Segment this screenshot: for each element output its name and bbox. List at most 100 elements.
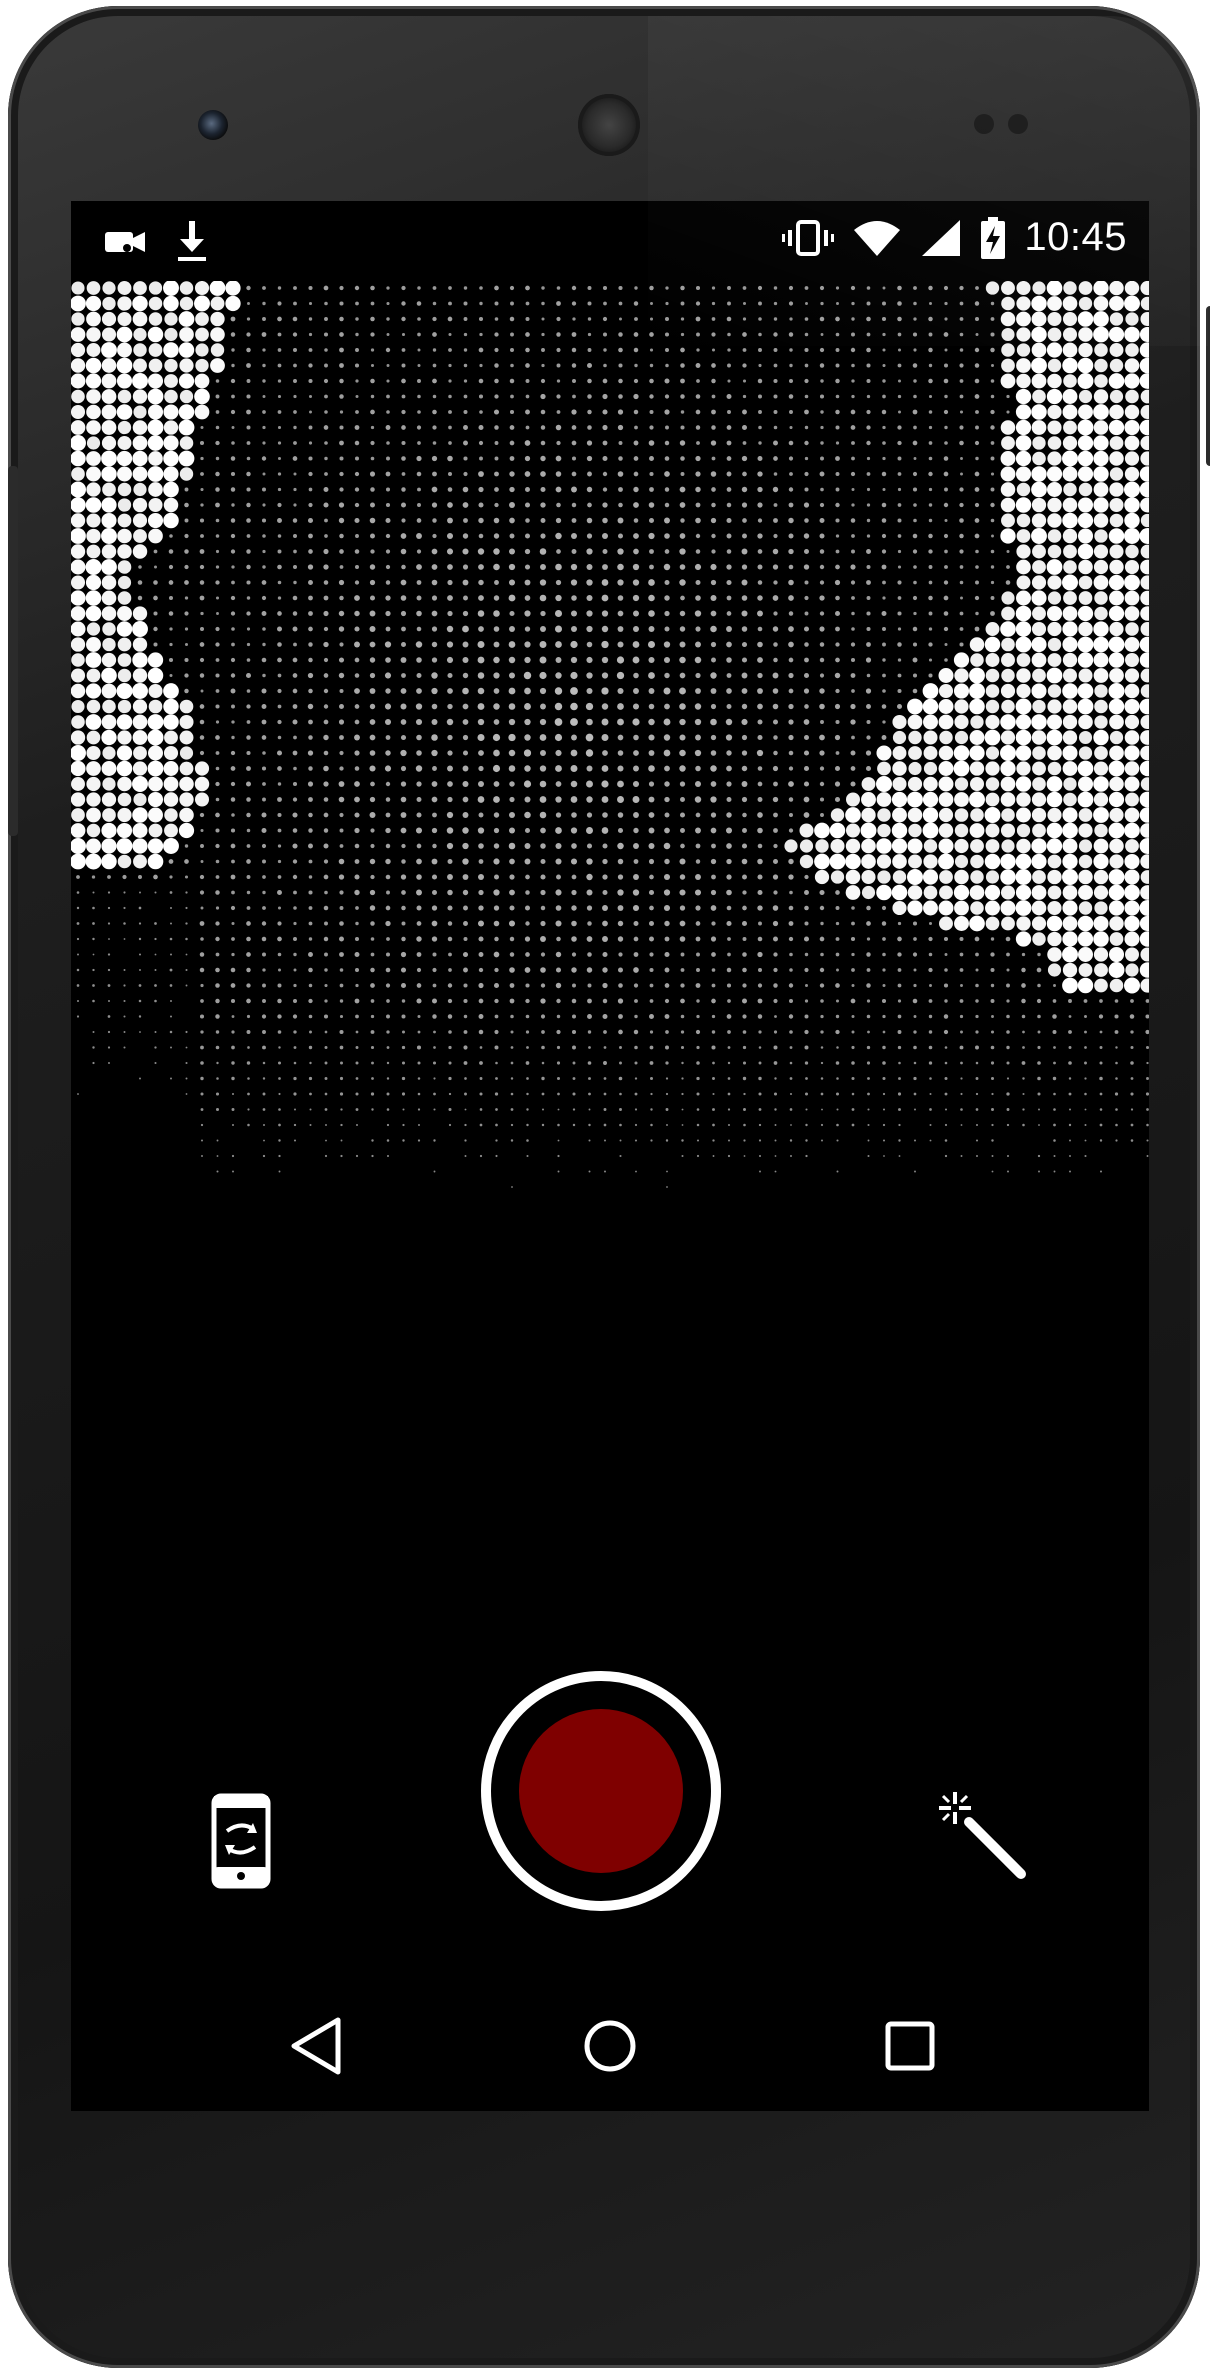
halftone-dot [829,822,846,839]
back-button[interactable] [271,2001,361,2091]
halftone-dot [447,564,453,570]
halftone-dot [1006,1045,1010,1050]
halftone-dot [102,808,116,822]
halftone-dot [586,780,593,788]
halftone-dot [541,1061,545,1065]
halftone-dot [571,332,577,337]
halftone-dot [726,595,732,601]
halftone-dot [447,517,453,524]
halftone-dot [277,844,282,848]
halftone-dot [1001,916,1015,931]
halftone-dot [148,683,163,699]
halftone-dot [1022,1077,1025,1080]
halftone-dot [898,410,901,414]
recents-button[interactable] [865,2001,955,2091]
halftone-dot [446,625,454,633]
halftone-dot [230,378,236,384]
halftone-dot [726,858,732,865]
halftone-dot [944,1108,948,1111]
halftone-dot [277,890,282,895]
halftone-dot [432,843,437,849]
halftone-dot [877,808,891,822]
halftone-dot [1109,807,1124,823]
halftone-dot [293,580,297,585]
halftone-dot [1124,683,1140,699]
halftone-dot [572,1123,576,1127]
halftone-dot [758,301,762,306]
record-button[interactable] [481,1671,721,1911]
halftone-dot [133,854,147,869]
halftone-dot [633,859,639,864]
effects-button[interactable] [928,1781,1038,1891]
halftone-dot [984,807,1001,823]
halftone-dot [1006,1108,1010,1111]
halftone-dot [215,471,220,477]
halftone-dot [86,482,101,497]
halftone-dot [602,951,608,958]
halftone-dot [571,952,577,957]
halftone-dot [401,409,406,415]
halftone-dot [323,843,329,849]
halftone-dot [680,952,685,957]
halftone-dot [510,1139,514,1142]
halftone-dot [101,729,117,746]
halftone-dot [727,1046,731,1049]
halftone-dot [772,905,779,911]
halftone-dot [679,734,686,741]
halftone-dot [710,812,717,818]
halftone-dot [246,967,251,973]
halftone-dot [1078,901,1093,915]
halftone-dot [710,517,717,524]
halftone-dot [1016,559,1031,575]
halftone-dot [969,637,985,652]
halftone-dot [292,859,298,864]
halftone-dot [477,703,485,710]
halftone-dot [1046,559,1063,575]
halftone-dot [262,859,266,864]
halftone-dot [246,596,251,600]
halftone-dot [861,854,876,869]
halftone-dot [953,884,970,901]
halftone-dot [773,998,778,1004]
halftone-dot [92,906,95,910]
halftone-dot [463,967,468,973]
halftone-dot [416,533,422,539]
halftone-dot [323,580,329,585]
halftone-dot [509,610,515,617]
halftone-dot [76,937,80,941]
halftone-dot [339,456,344,461]
halftone-dot [664,502,670,508]
halftone-dot [1139,698,1149,715]
halftone-dot [913,1076,917,1081]
halftone-dot [882,301,886,306]
halftone-dot [509,781,515,787]
halftone-dot [294,1108,296,1111]
halftone-dot [340,1154,343,1158]
halftone-dot [757,641,763,648]
halftone-dot [1021,1061,1026,1065]
halftone-dot [448,1061,452,1065]
halftone-dot [938,823,954,838]
camera-preview[interactable] [71,280,1149,1351]
home-button[interactable] [565,2001,655,2091]
halftone-dot [132,807,148,823]
halftone-dot [277,316,282,322]
halftone-dot [447,998,453,1004]
halftone-dot [246,580,251,585]
halftone-dot [1021,983,1026,988]
halftone-dot [696,1092,700,1096]
halftone-dot [478,936,484,942]
halftone-dot [447,765,453,772]
halftone-dot [975,549,979,554]
halftone-dot [954,838,969,854]
halftone-dot [1047,296,1062,311]
halftone-dot [477,656,485,664]
halftone-dot [231,627,235,631]
halftone-dot [493,827,500,834]
halftone-dot [1063,591,1077,605]
halftone-dot [1140,435,1149,451]
halftone-dot [354,859,360,864]
halftone-dot [969,761,985,776]
halftone-dot [278,457,281,460]
switch-camera-button[interactable] [191,1781,291,1901]
